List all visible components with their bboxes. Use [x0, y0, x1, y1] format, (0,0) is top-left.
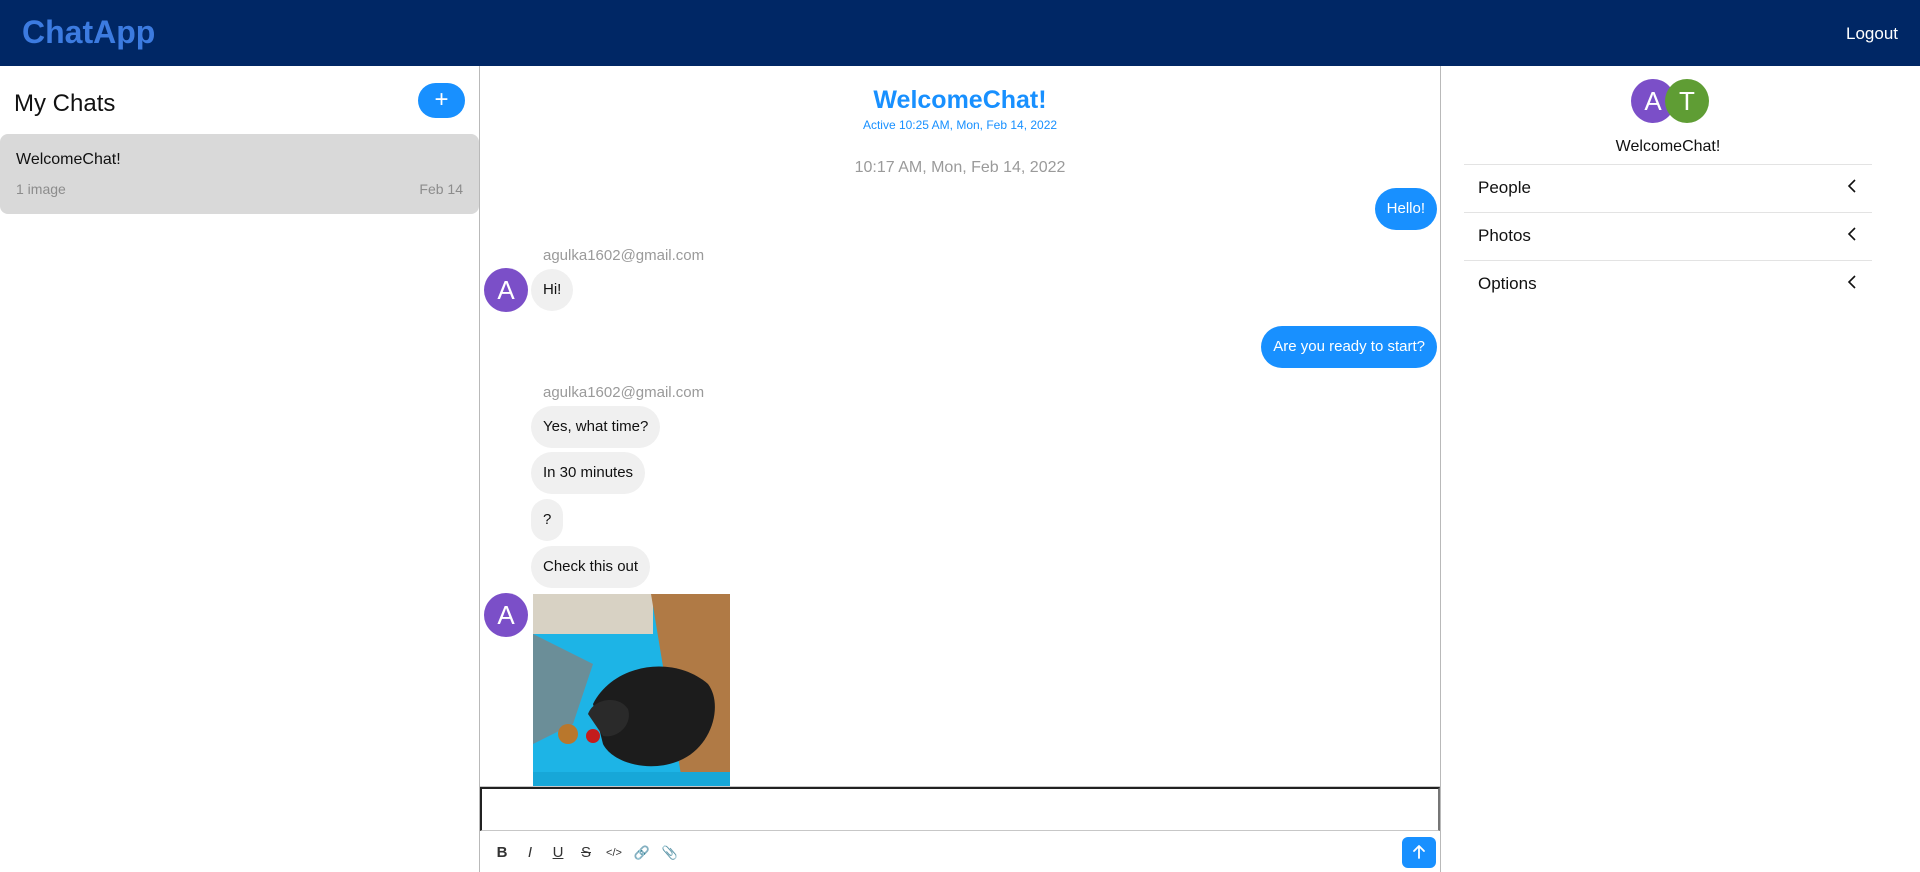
section-label: Options [1478, 274, 1537, 293]
incoming-message: ? [531, 499, 564, 541]
message-composer: B I U S </> 🔗 📎 [480, 786, 1440, 872]
avatar: A [484, 593, 528, 637]
code-icon[interactable]: </> [604, 841, 624, 865]
chat-list-title: My Chats [14, 90, 116, 117]
brand-logo-text[interactable]: ChatApp [22, 14, 155, 51]
conversation-panel: WelcomeChat! Active 10:25 AM, Mon, Feb 1… [479, 66, 1441, 872]
incoming-message: Yes, what time? [531, 406, 661, 448]
message-sender: agulka1602@gmail.com [543, 247, 705, 264]
conversation-title: WelcomeChat! [873, 86, 1047, 114]
plus-icon: + [434, 86, 449, 113]
dog-photo-image [533, 594, 730, 787]
section-people[interactable]: People [1464, 164, 1872, 212]
chat-list-panel: My Chats + WelcomeChat! 1 image Feb 14 [0, 66, 479, 872]
attachment-icon[interactable]: 📎 [660, 841, 680, 865]
italic-icon[interactable]: I [520, 841, 540, 865]
message-sender: agulka1602@gmail.com [543, 384, 705, 401]
conversation-status: Active 10:25 AM, Mon, Feb 14, 2022 [862, 118, 1058, 132]
chat-list-item-preview: 1 image [16, 181, 66, 197]
section-label: Photos [1478, 226, 1531, 245]
incoming-message: Check this out [531, 546, 651, 588]
link-icon[interactable]: 🔗 [632, 841, 652, 865]
formatting-toolbar: B I U S </> 🔗 📎 [492, 841, 680, 865]
chat-list-item[interactable]: WelcomeChat! 1 image Feb 14 [0, 134, 479, 214]
avatar: A [484, 268, 528, 312]
member-avatar: T [1665, 79, 1709, 123]
arrow-up-icon [1413, 845, 1425, 859]
logout-button[interactable]: Logout [1846, 24, 1898, 44]
message-timestamp: 10:17 AM, Mon, Feb 14, 2022 [854, 159, 1066, 176]
underline-icon[interactable]: U [548, 841, 568, 865]
chat-list-item-name: WelcomeChat! [16, 151, 121, 168]
section-options[interactable]: Options [1464, 260, 1872, 308]
send-button[interactable] [1402, 837, 1436, 868]
chevron-left-icon [1847, 227, 1856, 241]
section-photos[interactable]: Photos [1464, 212, 1872, 260]
image-attachment[interactable] [533, 594, 730, 787]
chat-details-panel: A T WelcomeChat! People Photos Options [1441, 66, 1920, 872]
incoming-message: In 30 minutes [531, 452, 646, 494]
new-chat-button[interactable]: + [418, 83, 465, 118]
outgoing-message: Are you ready to start? [1261, 326, 1437, 368]
top-nav-bar: ChatApp Logout [0, 0, 1920, 66]
outgoing-message: Hello! [1374, 188, 1437, 230]
section-label: People [1478, 178, 1531, 197]
incoming-message: Hi! [531, 269, 574, 311]
chevron-left-icon [1847, 275, 1856, 289]
bold-icon[interactable]: B [492, 841, 512, 865]
message-input[interactable] [480, 787, 1440, 831]
chat-list-item-date: Feb 14 [419, 181, 463, 197]
strikethrough-icon[interactable]: S [576, 841, 596, 865]
chat-details-accordion: People Photos Options [1464, 164, 1872, 308]
chat-details-title: WelcomeChat! [1615, 138, 1721, 155]
chevron-left-icon [1847, 179, 1856, 193]
